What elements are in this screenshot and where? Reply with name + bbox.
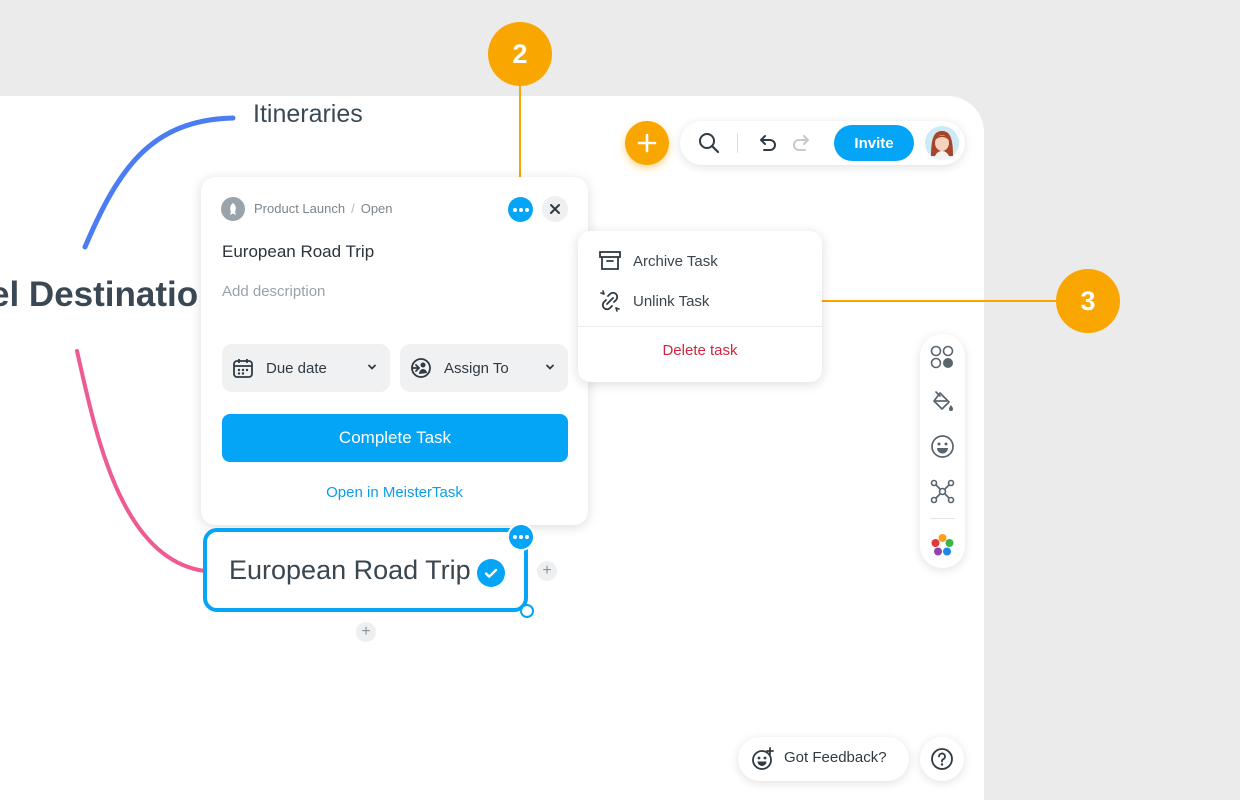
user-avatar[interactable] (925, 126, 959, 160)
task-options-menu: Archive Task Unlink Task Delete task (578, 231, 822, 382)
add-button[interactable] (625, 121, 669, 165)
open-in-meistertask-link[interactable]: Open in MeisterTask (201, 484, 588, 501)
calendar-icon (233, 359, 253, 378)
node-label[interactable]: European Road Trip (229, 555, 471, 586)
search-icon (699, 133, 720, 154)
redo-icon (793, 135, 809, 151)
assign-to-label: Assign To (444, 359, 509, 377)
branch-line-road-trip (75, 349, 207, 573)
layout-button[interactable] (930, 479, 955, 504)
close-icon (550, 204, 560, 214)
root-topic-label[interactable]: el Destinatio (0, 275, 198, 315)
selected-node[interactable]: European Road Trip (203, 528, 528, 612)
paint-bucket-icon (933, 391, 953, 411)
toolbar-divider (737, 133, 738, 153)
breadcrumb-separator: / (351, 201, 355, 216)
right-side-panel (920, 334, 965, 568)
top-toolbar: Invite (680, 121, 965, 165)
node-more-button[interactable] (507, 523, 535, 551)
rocket-icon (221, 197, 245, 221)
shapes-icon (930, 345, 954, 369)
undo-icon (760, 135, 776, 151)
due-date-dropdown[interactable]: Due date (222, 344, 390, 392)
undo-button[interactable] (755, 131, 779, 155)
task-card: Product Launch / Open European Road Trip A… (201, 177, 588, 525)
menu-divider (578, 326, 822, 327)
task-title[interactable]: European Road Trip (222, 242, 374, 262)
help-button[interactable] (920, 737, 964, 781)
feedback-button[interactable]: Got Feedback? (738, 737, 909, 781)
branch-label-itineraries[interactable]: Itineraries (253, 100, 363, 129)
chevron-down-icon (368, 364, 376, 370)
task-description-input[interactable]: Add description (222, 283, 325, 300)
due-date-label: Due date (266, 359, 327, 377)
layout-icon (930, 479, 955, 504)
shapes-button[interactable] (930, 345, 955, 370)
emoji-button[interactable] (930, 434, 955, 459)
colors-button[interactable] (930, 533, 955, 558)
sidepanel-divider (930, 518, 955, 519)
emoji-icon (931, 435, 954, 458)
breadcrumb: Product Launch / Open (254, 201, 393, 216)
feedback-emoji-icon (752, 747, 774, 770)
unlink-icon (600, 290, 620, 312)
callout-step-2: 2 (488, 22, 552, 86)
plus-icon (637, 133, 657, 153)
redo-button[interactable] (790, 131, 814, 155)
menu-item-archive-task[interactable]: Archive Task (578, 242, 822, 280)
add-child-below-button[interactable]: + (356, 622, 376, 642)
chevron-down-icon (546, 364, 554, 370)
avatar-icon (925, 126, 959, 160)
assign-to-dropdown[interactable]: Assign To (400, 344, 568, 392)
invite-button[interactable]: Invite (834, 125, 914, 161)
task-close-button[interactable] (542, 196, 568, 222)
breadcrumb-project[interactable]: Product Launch (254, 201, 345, 216)
feedback-label: Got Feedback? (784, 749, 887, 766)
colors-flower-icon (931, 534, 954, 556)
task-check-icon[interactable] (477, 559, 505, 587)
assign-user-icon (411, 358, 431, 378)
search-button[interactable] (697, 131, 721, 155)
unlink-task-label: Unlink Task (633, 292, 710, 310)
node-resize-handle[interactable] (520, 604, 534, 618)
menu-item-unlink-task[interactable]: Unlink Task (578, 282, 822, 320)
complete-task-button[interactable]: Complete Task (222, 414, 568, 462)
breadcrumb-status[interactable]: Open (361, 201, 393, 216)
add-child-right-button[interactable]: + (537, 561, 557, 581)
help-icon (931, 748, 953, 770)
menu-item-delete-task[interactable]: Delete task (578, 342, 822, 359)
callout-step-3: 3 (1056, 269, 1120, 333)
archive-task-label: Archive Task (633, 252, 718, 270)
archive-icon (599, 251, 621, 270)
task-more-button[interactable] (508, 197, 533, 222)
paint-bucket-button[interactable] (930, 390, 955, 415)
branch-connectors (75, 85, 1058, 573)
